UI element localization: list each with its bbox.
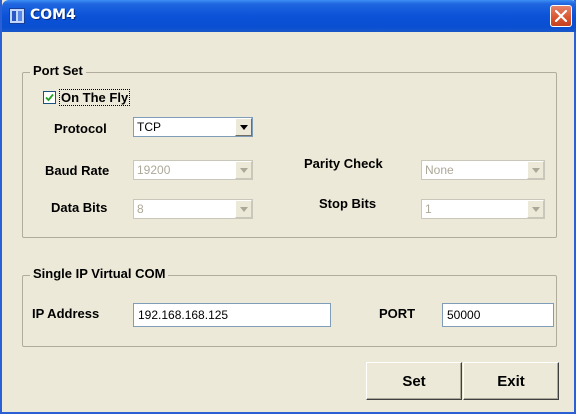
chevron-down-icon — [240, 207, 248, 212]
baud-rate-select[interactable]: 19200 — [133, 160, 253, 180]
data-bits-label: Data Bits — [51, 200, 108, 215]
parity-check-dropdown-button[interactable] — [527, 161, 544, 179]
protocol-select[interactable]: TCP — [133, 117, 253, 137]
protocol-label: Protocol — [54, 121, 107, 136]
exit-button[interactable]: Exit — [463, 362, 559, 400]
title-bar[interactable]: COM4 — [2, 0, 576, 32]
on-the-fly-label[interactable]: On The Fly — [59, 89, 131, 106]
baud-rate-dropdown-button[interactable] — [235, 161, 252, 179]
parity-check-value: None — [425, 163, 454, 177]
stop-bits-dropdown-button[interactable] — [527, 200, 544, 218]
ip-address-value: 192.168.168.125 — [138, 308, 229, 322]
protocol-dropdown-button[interactable] — [235, 118, 252, 136]
stop-bits-value: 1 — [425, 202, 432, 216]
baud-rate-value: 19200 — [137, 163, 171, 177]
stop-bits-select[interactable]: 1 — [421, 199, 545, 219]
com4-dialog: COM4 Port Set On The Fly Protocol TCP Ba… — [0, 0, 576, 414]
chevron-down-icon — [532, 207, 540, 212]
port-set-legend: Port Set — [30, 63, 86, 78]
data-bits-select[interactable]: 8 — [133, 199, 253, 219]
close-button[interactable] — [550, 5, 572, 27]
ip-address-input[interactable]: 192.168.168.125 — [133, 303, 331, 327]
parity-check-label: Parity Check — [304, 156, 383, 171]
baud-rate-label: Baud Rate — [45, 163, 110, 178]
port-label: PORT — [379, 306, 416, 321]
window-title: COM4 — [30, 7, 76, 23]
data-bits-value: 8 — [137, 202, 144, 216]
protocol-value: TCP — [137, 120, 161, 134]
port-input[interactable]: 50000 — [442, 303, 554, 327]
chevron-down-icon — [532, 168, 540, 173]
on-the-fly-checkbox[interactable] — [43, 91, 56, 104]
chevron-down-icon — [240, 125, 248, 130]
virtual-com-legend: Single IP Virtual COM — [30, 266, 169, 281]
stop-bits-label: Stop Bits — [319, 196, 377, 211]
chevron-down-icon — [240, 168, 248, 173]
close-icon — [555, 10, 567, 22]
data-bits-dropdown-button[interactable] — [235, 200, 252, 218]
ip-address-label: IP Address — [32, 306, 100, 321]
parity-check-select[interactable]: None — [421, 160, 545, 180]
set-button[interactable]: Set — [366, 362, 462, 400]
com-port-icon — [9, 8, 25, 24]
checkmark-icon — [45, 93, 54, 102]
port-value: 50000 — [447, 308, 481, 322]
